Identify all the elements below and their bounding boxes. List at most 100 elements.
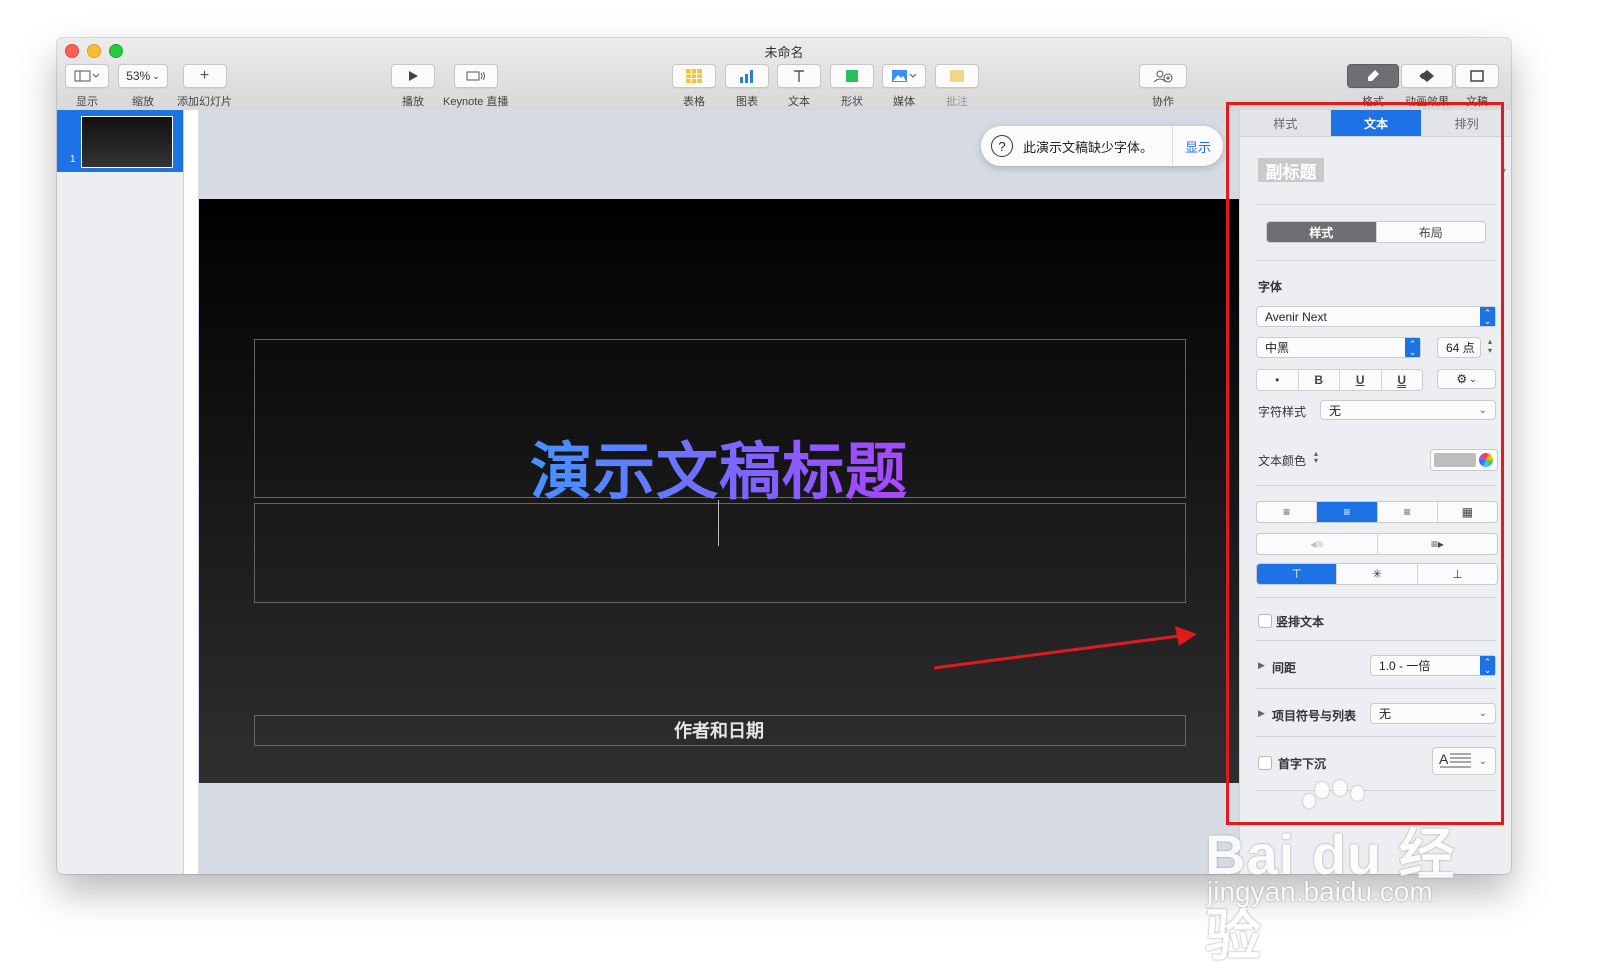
align-right-icon[interactable]: ≡: [1378, 502, 1438, 522]
watermark-url: jingyan.baidu.com: [1207, 876, 1433, 907]
comment-button[interactable]: [935, 64, 979, 88]
vertical-align-segment[interactable]: ⊤ ✳ ⊥: [1256, 563, 1498, 585]
underline-button[interactable]: U: [1340, 370, 1382, 390]
align-justify-icon[interactable]: ▦: [1438, 502, 1497, 522]
divider: [1256, 736, 1496, 737]
tab-style[interactable]: 样式: [1240, 110, 1331, 136]
question-icon: ?: [991, 135, 1013, 157]
plus-icon: +: [199, 67, 210, 84]
shape-label: 形状: [841, 96, 863, 108]
title-bar: 未命名 显示 53% ⌄ 缩放 + 添加幻灯片 播放 Keynote 直播 表格…: [57, 38, 1511, 111]
bullets-select[interactable]: 无 ⌄: [1370, 703, 1496, 724]
divider: [1256, 688, 1496, 689]
char-style-select[interactable]: 无 ⌄: [1320, 400, 1496, 420]
inspector-tabs: 样式 文本 排列: [1240, 110, 1511, 137]
text-color-stepper-icon[interactable]: ▴ ▾: [1314, 450, 1318, 465]
notice-text: 此演示文稿缺少字体。: [1023, 139, 1154, 155]
font-size-field[interactable]: 64 点: [1437, 337, 1481, 358]
collaborate-button[interactable]: [1139, 64, 1187, 88]
baidu-watermark: Bai du 经验 jingyan.baidu.com: [1205, 780, 1495, 967]
zoom-select[interactable]: 53% ⌄: [118, 64, 168, 88]
slide-thumbnail-1[interactable]: 1: [57, 110, 183, 172]
comment-icon: [950, 70, 964, 82]
view-button[interactable]: [65, 64, 109, 88]
font-family-select[interactable]: Avenir Next ⌃ ⌄: [1256, 306, 1496, 327]
shape-button[interactable]: [830, 64, 874, 88]
subtab-layout[interactable]: 布局: [1377, 222, 1486, 242]
font-weight-select[interactable]: 中黑 ⌃ ⌄: [1256, 337, 1421, 358]
divider: [1256, 640, 1496, 641]
subtab-style[interactable]: 样式: [1267, 222, 1377, 242]
indent-segment[interactable]: ◂≡ ≡▸: [1256, 533, 1498, 555]
text-format-buttons[interactable]: • B U U: [1256, 369, 1423, 391]
paragraph-style-preview[interactable]: 副标题: [1258, 158, 1324, 182]
vertical-text-checkbox[interactable]: [1258, 614, 1272, 628]
tab-arrange[interactable]: 排列: [1421, 110, 1511, 136]
toolbar-shape[interactable]: 形状: [830, 64, 874, 109]
chevron-down-icon: ⌄: [1478, 755, 1487, 767]
toolbar-collaborate[interactable]: 协作: [1139, 64, 1187, 109]
font-size-stepper[interactable]: ▴ ▾: [1485, 337, 1495, 358]
toolbar-animate[interactable]: 动画效果: [1401, 64, 1453, 109]
text-options-menu[interactable]: ⚙ ⌄: [1437, 369, 1496, 389]
disclosure-triangle-icon[interactable]: ▶: [1258, 660, 1265, 671]
align-top-icon[interactable]: ⊤: [1257, 564, 1338, 584]
toolbar-text[interactable]: 文本: [777, 64, 821, 109]
keynote-live-button[interactable]: [453, 64, 498, 88]
document-button[interactable]: [1455, 64, 1499, 88]
align-middle-icon[interactable]: ✳: [1337, 564, 1418, 584]
slide-title[interactable]: 演示文稿标题: [199, 421, 1239, 511]
spacing-select[interactable]: 1.0 - 一倍 ⌃ ⌄: [1370, 655, 1496, 676]
char-style-value: 无: [1329, 403, 1342, 418]
toolbar-format[interactable]: 格式: [1347, 64, 1399, 109]
toolbar-media[interactable]: 媒体: [882, 64, 926, 109]
toolbar-table[interactable]: 表格: [672, 64, 716, 109]
toolbar-play[interactable]: 播放: [391, 64, 435, 109]
toolbar-chart[interactable]: 图表: [725, 64, 769, 109]
bold-button[interactable]: B: [1299, 370, 1340, 390]
text-button[interactable]: [777, 64, 821, 88]
slide-subtitle[interactable]: 作者和日期: [254, 717, 1184, 743]
font-size-value: 64 点: [1446, 341, 1475, 355]
toolbar-document[interactable]: 文稿: [1455, 64, 1499, 109]
align-left-icon[interactable]: ≡: [1257, 502, 1318, 522]
toolbar-comment[interactable]: 批注: [935, 64, 979, 109]
add-slide-button[interactable]: +: [182, 64, 227, 88]
align-center-icon[interactable]: ≡: [1317, 502, 1378, 522]
collaborate-label: 协作: [1152, 96, 1174, 108]
table-label: 表格: [683, 96, 705, 108]
style-layout-segment[interactable]: 样式 布局: [1266, 221, 1486, 243]
format-button[interactable]: [1347, 64, 1399, 88]
toolbar-zoom[interactable]: 53% ⌄ 缩放: [118, 64, 168, 109]
double-underline-button[interactable]: U: [1382, 370, 1423, 390]
decrease-indent-icon[interactable]: ◂≡: [1257, 534, 1378, 554]
color-wheel-icon[interactable]: [1479, 453, 1493, 467]
table-button[interactable]: [672, 64, 716, 88]
dropcap-label: 首字下沉: [1278, 757, 1327, 771]
text-icon: [794, 70, 804, 82]
dropcap-style-select[interactable]: A ⌄: [1432, 747, 1496, 775]
bullet-format-button[interactable]: •: [1257, 370, 1299, 390]
play-icon: [409, 71, 418, 81]
show-missing-fonts-button[interactable]: 显示: [1172, 126, 1223, 166]
media-label: 媒体: [893, 96, 915, 108]
body-placeholder-box[interactable]: [254, 503, 1186, 603]
chevron-down-icon[interactable]: ▾: [1501, 166, 1506, 177]
add-person-icon: [1153, 70, 1173, 83]
dropcap-checkbox[interactable]: [1258, 756, 1272, 770]
text-color-well[interactable]: [1430, 449, 1498, 471]
media-button[interactable]: [882, 64, 926, 88]
animate-button[interactable]: [1401, 64, 1453, 88]
disclosure-triangle-icon[interactable]: ▶: [1258, 708, 1265, 719]
alignment-segment[interactable]: ≡ ≡ ≡ ▦: [1256, 501, 1498, 523]
toolbar-add-slide[interactable]: + 添加幻灯片: [177, 64, 232, 109]
increase-indent-icon[interactable]: ≡▸: [1378, 534, 1498, 554]
tab-text[interactable]: 文本: [1330, 110, 1422, 136]
align-bottom-icon[interactable]: ⊥: [1418, 564, 1497, 584]
toolbar-view[interactable]: 显示: [65, 64, 109, 109]
chart-button[interactable]: [725, 64, 769, 88]
play-label: 播放: [402, 96, 424, 108]
play-button[interactable]: [391, 64, 435, 88]
toolbar-keynote-live[interactable]: Keynote 直播: [443, 64, 508, 109]
slide[interactable]: 演示文稿标题 作者和日期: [199, 199, 1239, 783]
